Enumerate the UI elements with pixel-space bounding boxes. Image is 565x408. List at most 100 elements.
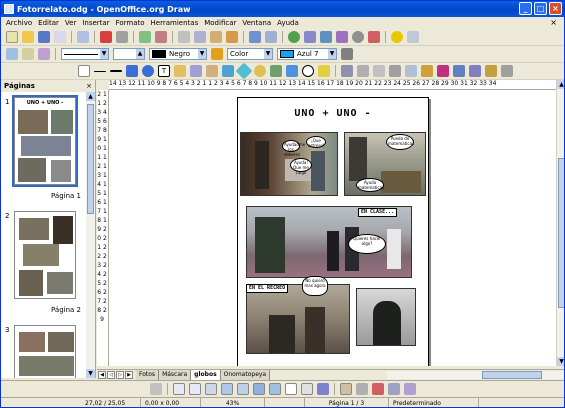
clone-formatting-icon[interactable]	[226, 31, 238, 43]
curve-icon[interactable]	[174, 65, 186, 77]
extrusion-icon[interactable]	[389, 65, 401, 77]
display-mode-icon[interactable]	[403, 383, 416, 395]
flowchart-icon[interactable]	[286, 65, 298, 77]
double-click-text-icon[interactable]	[316, 383, 329, 395]
speech-bubble[interactable]: Ayudadme los deberes	[282, 140, 305, 157]
close-panel-icon[interactable]: ×	[86, 80, 92, 92]
align-icon[interactable]	[469, 65, 481, 77]
tab-fotos[interactable]: Fotos	[136, 370, 160, 380]
gallery-image-icon[interactable]	[437, 65, 449, 77]
area-color-select[interactable]: Azul 7 ▼	[277, 48, 337, 60]
arrow-style-icon[interactable]	[38, 48, 50, 60]
speech-bubble[interactable]: No quiero mas agora	[302, 276, 328, 296]
status-zoom[interactable]: 43%	[201, 397, 265, 407]
connector-icon[interactable]	[190, 65, 202, 77]
pages-scrollbar[interactable]: ▲ ▼	[86, 92, 95, 378]
edit-file-icon[interactable]	[77, 31, 89, 43]
styles-icon[interactable]	[6, 48, 18, 60]
area-icon[interactable]	[211, 48, 223, 60]
ellipse-icon[interactable]	[142, 65, 154, 77]
callouts-icon[interactable]	[302, 65, 314, 77]
email-icon[interactable]	[54, 31, 66, 43]
arrange-icon[interactable]	[485, 65, 497, 77]
canvas-vertical-scrollbar[interactable]: ▲ ▼	[556, 80, 564, 366]
helplines-icon[interactable]	[204, 383, 217, 395]
text-icon[interactable]: T	[158, 65, 170, 77]
snap-to-page-icon[interactable]	[236, 383, 249, 395]
copy-icon[interactable]	[194, 31, 206, 43]
photo-recreo[interactable]	[246, 284, 350, 354]
menu-insertar[interactable]: Insertar	[79, 19, 112, 27]
line-color-select[interactable]: Negro ▼	[149, 48, 207, 60]
tab-globos[interactable]: globos	[191, 370, 221, 380]
snap-icon[interactable]	[149, 383, 162, 395]
close-document-icon[interactable]: ×	[547, 18, 560, 27]
area-style-select[interactable]: Color ▼	[227, 48, 273, 60]
glue-points-icon[interactable]	[357, 65, 369, 77]
symbol-shapes-icon[interactable]	[254, 65, 266, 77]
zoom-icon[interactable]	[407, 31, 419, 43]
speech-bubble[interactable]: ¡Que estreso!	[306, 136, 326, 148]
speech-bubble[interactable]: Quieres hacer algo?	[348, 234, 386, 254]
paste-icon[interactable]	[210, 31, 222, 43]
exit-all-groups-icon[interactable]	[371, 383, 384, 395]
cube-icon[interactable]	[222, 65, 234, 77]
show-draw-functions-icon[interactable]	[320, 31, 332, 43]
save-icon[interactable]	[38, 31, 50, 43]
last-tab-icon[interactable]: ▶	[125, 371, 133, 379]
caption-en-el-recreo[interactable]: EN EL RECREO	[246, 284, 289, 293]
rectangle-icon[interactable]	[126, 65, 138, 77]
snap-to-grid-icon[interactable]	[220, 383, 233, 395]
scroll-down-icon[interactable]: ▼	[86, 369, 95, 378]
grid-icon[interactable]	[172, 383, 185, 395]
select-text-area-icon[interactable]	[387, 383, 400, 395]
new-icon[interactable]	[6, 31, 18, 43]
slide-page[interactable]: UNO + UNO - Ayudadme los deberes ¡Que es…	[237, 97, 429, 366]
arrow-line-icon[interactable]	[110, 70, 122, 72]
open-icon[interactable]	[22, 31, 34, 43]
close-button[interactable]: ×	[549, 2, 562, 15]
lines-arrows-icon[interactable]	[206, 65, 218, 77]
create-object-icon[interactable]	[339, 383, 352, 395]
cut-icon[interactable]	[178, 31, 190, 43]
page-thumbnail-3[interactable]	[14, 325, 76, 378]
caption-en-clase[interactable]: EN CLASE...	[358, 208, 398, 217]
chart-icon[interactable]	[288, 31, 300, 43]
shadow-icon[interactable]	[341, 48, 353, 60]
snap-to-frame-icon[interactable]	[268, 383, 281, 395]
toolbar-options-icon[interactable]	[501, 65, 513, 77]
gallery-icon[interactable]	[352, 31, 364, 43]
slide-title[interactable]: UNO + UNO -	[238, 108, 428, 119]
photo-portrait[interactable]	[356, 288, 416, 346]
line-width-field[interactable]: ▲	[113, 48, 145, 60]
prev-tab-icon[interactable]: ◁	[107, 371, 115, 379]
line-icon[interactable]	[22, 48, 34, 60]
fontwork-icon[interactable]	[405, 65, 417, 77]
menu-modificar[interactable]: Modificar	[201, 19, 239, 27]
stars-icon[interactable]	[318, 65, 330, 77]
first-tab-icon[interactable]: ◀	[98, 371, 106, 379]
autospell-icon[interactable]	[155, 31, 167, 43]
maximize-button[interactable]: □	[534, 2, 547, 15]
spellcheck-icon[interactable]	[139, 31, 151, 43]
menu-formato[interactable]: Formato	[113, 19, 148, 27]
canvas-horizontal-scrollbar[interactable]	[387, 371, 564, 379]
tab-onomatopeya[interactable]: Onomatopeya	[220, 370, 271, 380]
extended-icon[interactable]	[355, 383, 368, 395]
scroll-up-icon[interactable]: ▲	[557, 80, 564, 89]
line-style-select[interactable]: ▼	[61, 48, 109, 60]
page-thumbnail-2[interactable]	[14, 211, 76, 299]
speech-bubble[interactable]: Ayuda! Que me caigo	[290, 158, 312, 175]
allow-quick-edit-icon[interactable]	[300, 383, 313, 395]
tab-mascara[interactable]: Máscara	[159, 370, 192, 380]
table-icon[interactable]	[304, 31, 316, 43]
snap-to-border-icon[interactable]	[252, 383, 265, 395]
menu-ventana[interactable]: Ventana	[239, 19, 274, 27]
export-pdf-icon[interactable]	[100, 31, 112, 43]
effects-icon[interactable]	[373, 65, 385, 77]
points-icon[interactable]	[341, 65, 353, 77]
navigator-icon[interactable]	[336, 31, 348, 43]
guides-icon[interactable]	[188, 383, 201, 395]
undo-icon[interactable]	[249, 31, 261, 43]
speech-bubble[interactable]: Puedo de matematicas	[386, 134, 414, 150]
